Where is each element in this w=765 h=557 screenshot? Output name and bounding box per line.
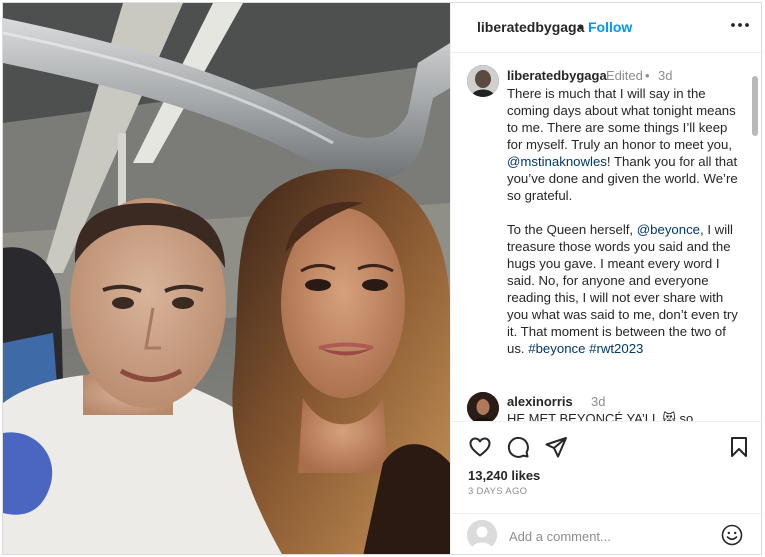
comments-list[interactable]: liberatedbygaga Edited • 3d There is muc…: [451, 54, 761, 421]
emoji-icon[interactable]: [721, 524, 743, 546]
instagram-post-embed: liberatedbygaga • Follow liberatedbygaga…: [2, 2, 762, 555]
header-username[interactable]: liberatedbygaga: [477, 19, 584, 35]
heart-icon[interactable]: [468, 435, 492, 459]
comment-icon[interactable]: [506, 435, 530, 459]
follow-button[interactable]: Follow: [588, 19, 632, 35]
likes-count[interactable]: 13,240 likes: [468, 468, 540, 483]
mention-link[interactable]: @beyonce: [637, 222, 700, 237]
comments-scrollbar[interactable]: [752, 76, 758, 136]
photo-illustration: [3, 3, 450, 554]
post-header: liberatedbygaga • Follow: [451, 3, 761, 53]
caption-username[interactable]: liberatedbygaga: [507, 68, 607, 83]
comment-timestamp[interactable]: 3d: [591, 394, 605, 409]
more-options-icon[interactable]: [729, 14, 751, 36]
add-comment-input[interactable]: [509, 526, 709, 546]
caption-avatar[interactable]: [467, 65, 499, 97]
bookmark-icon[interactable]: [727, 435, 751, 459]
current-user-avatar: [467, 520, 497, 550]
mention-link[interactable]: @mstinaknowles: [507, 154, 607, 169]
caption-edited-label: Edited: [606, 68, 643, 83]
hashtag-link[interactable]: #beyonce: [528, 341, 585, 356]
post-side-panel: liberatedbygaga • Follow liberatedbygaga…: [450, 3, 761, 554]
caption-p2-before: To the Queen herself,: [507, 222, 637, 237]
comment-username[interactable]: alexinorris: [507, 394, 573, 409]
caption-p1-before: There is much that I will say in the com…: [507, 86, 740, 152]
caption-separator: •: [645, 68, 650, 83]
comment-text: HE MET BEYONCÉ YA’LL 😻 so: [507, 411, 694, 421]
header-separator: •: [578, 19, 583, 35]
caption-timestamp[interactable]: 3d: [658, 68, 672, 83]
share-icon[interactable]: [544, 435, 568, 459]
add-comment-bar: [451, 513, 761, 554]
comment-avatar[interactable]: [467, 392, 499, 421]
hashtag-link[interactable]: #rwt2023: [589, 341, 643, 356]
caption-text: There is much that I will say in the com…: [507, 85, 743, 357]
post-date: 3 DAYS AGO: [468, 486, 528, 497]
caption-p2-after: , I will treasure those words you said a…: [507, 222, 742, 356]
post-photo[interactable]: [3, 3, 450, 554]
